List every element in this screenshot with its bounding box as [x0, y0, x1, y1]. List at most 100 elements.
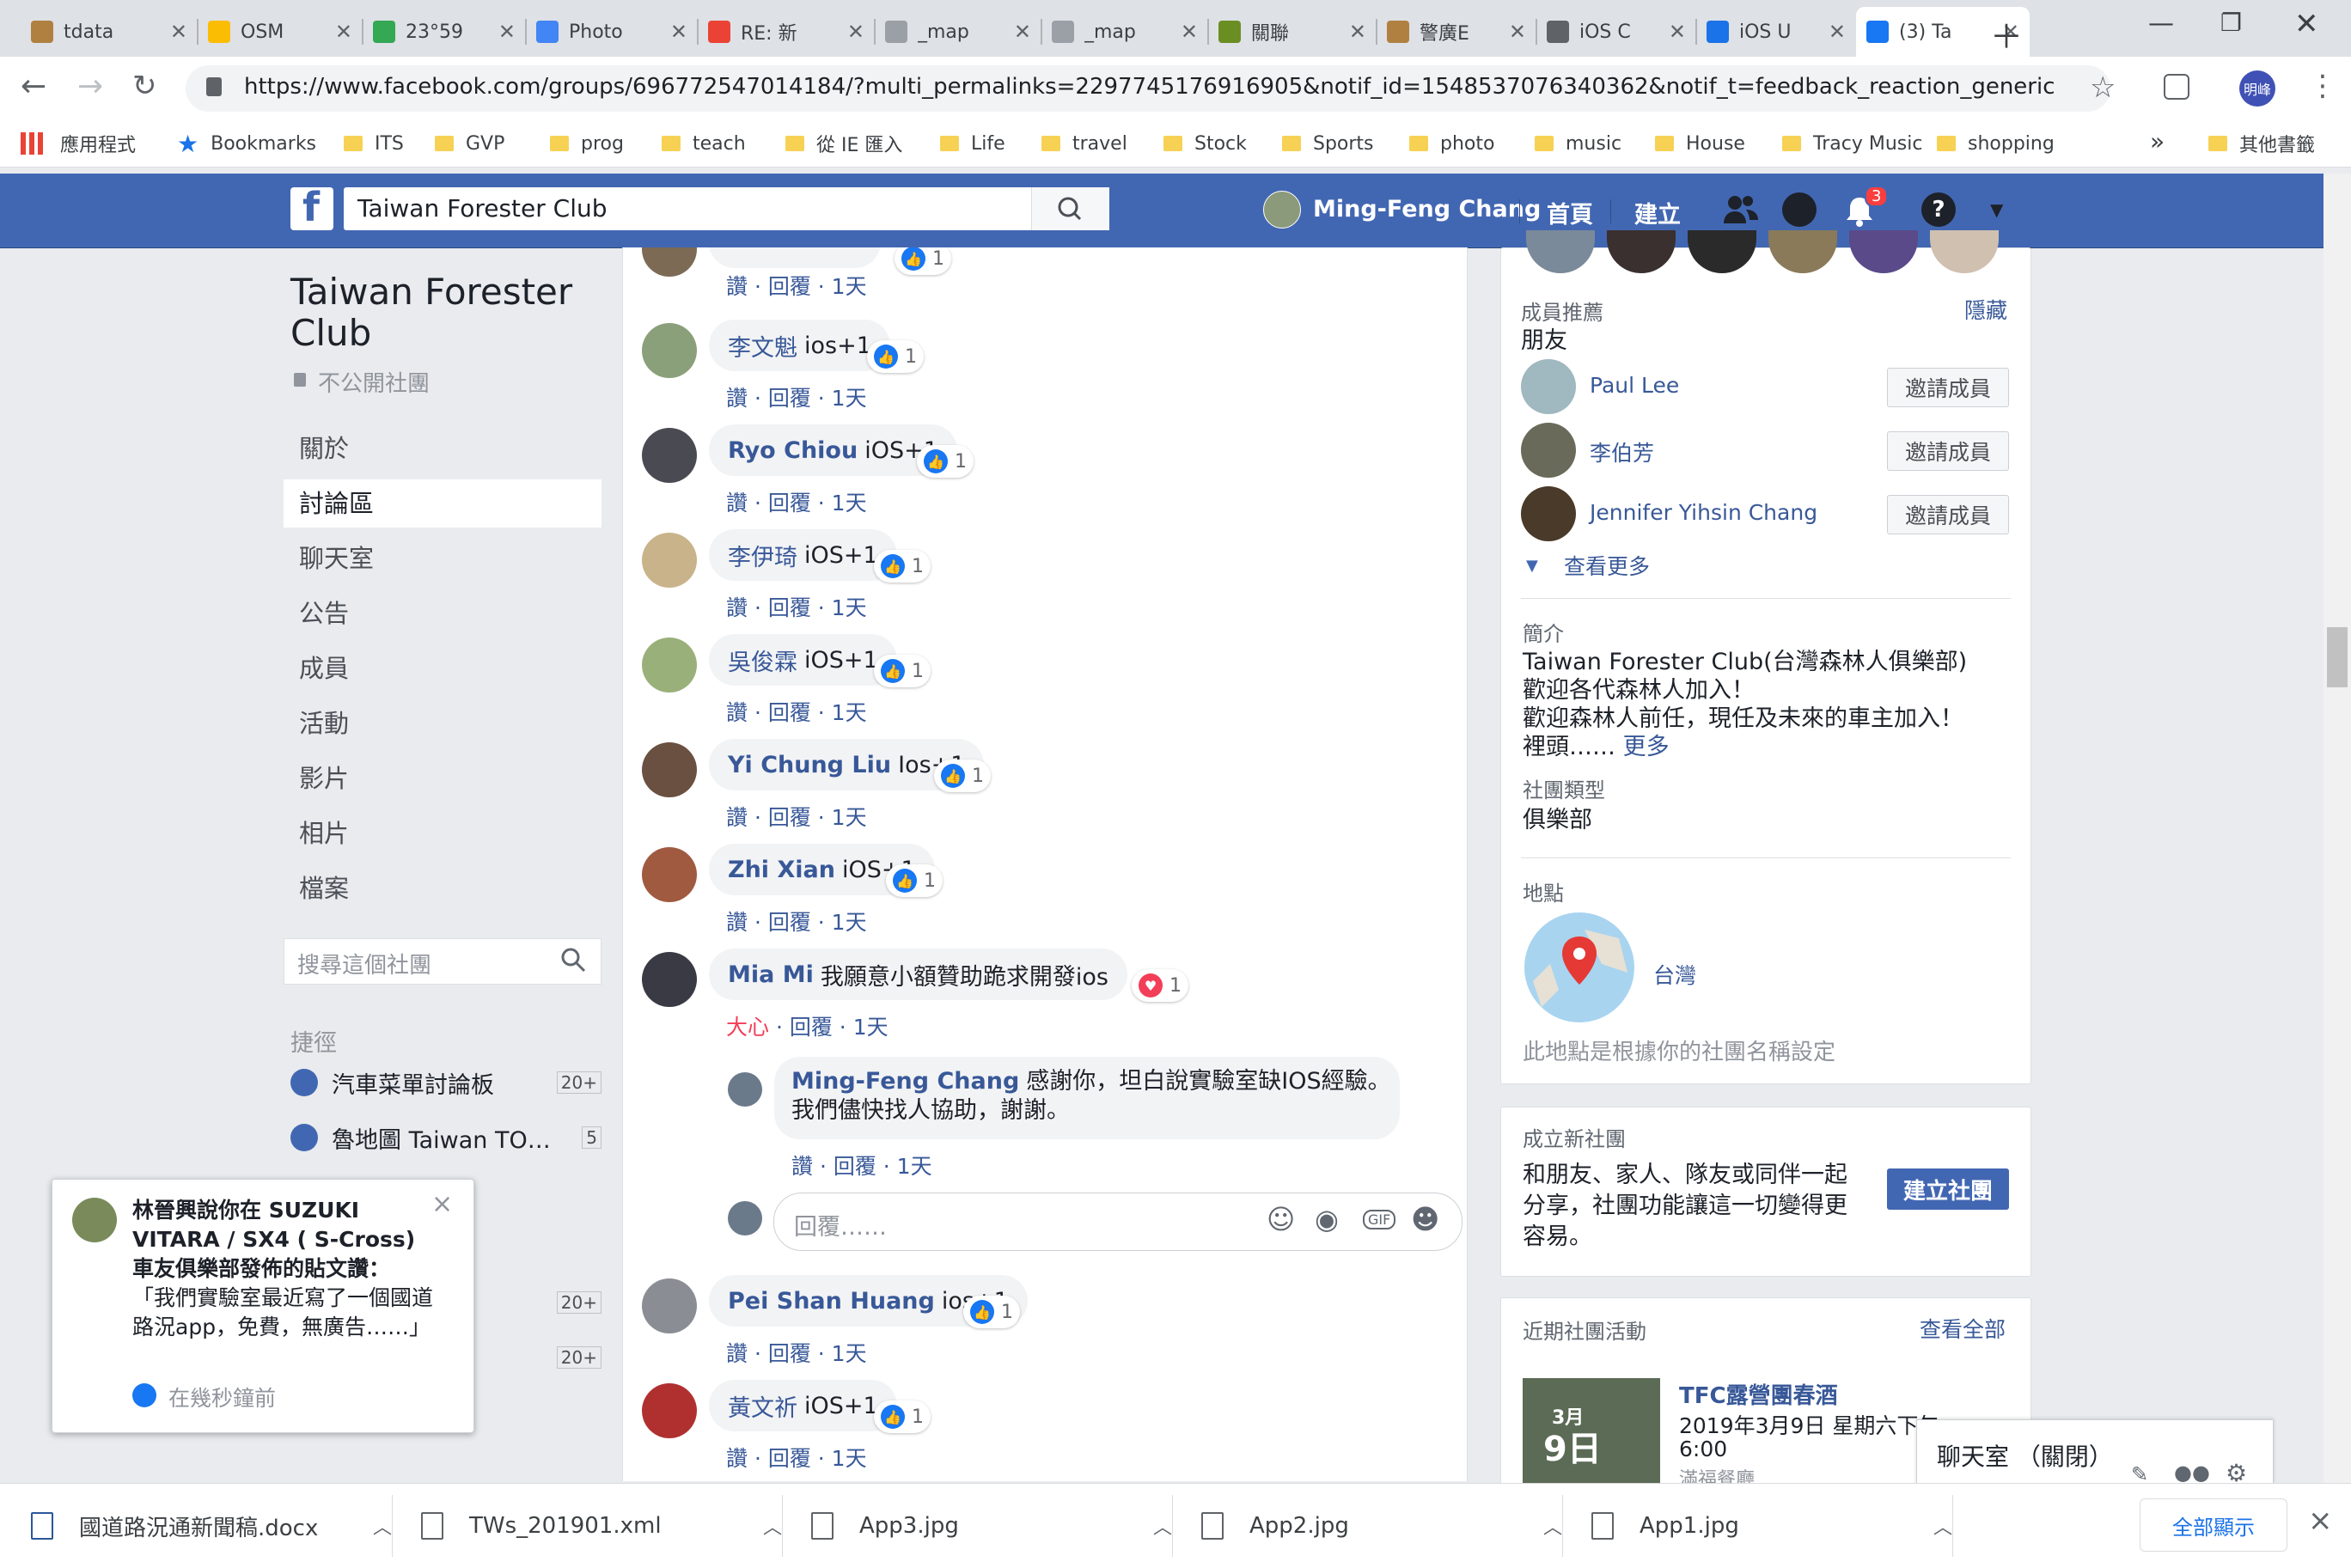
group-nav-item[interactable]: 關於	[284, 424, 601, 473]
group-chat-icon[interactable]: ●●	[2174, 1461, 2210, 1485]
restore-button[interactable]: ❐	[2220, 9, 2242, 37]
bookmark-item[interactable]: shopping	[1937, 129, 2055, 158]
tab-close-icon[interactable]: ✕	[1349, 20, 1366, 44]
bookmark-item[interactable]: music	[1535, 129, 1621, 158]
commenter-avatar[interactable]	[642, 742, 697, 797]
invite-member-button[interactable]: 邀請成員	[1887, 495, 2009, 534]
browser-tab[interactable]: RE: 新 ✕	[698, 7, 875, 57]
bookmark-item[interactable]: ITS	[344, 129, 404, 158]
chevron-up-icon[interactable]: ︿	[1543, 1512, 1562, 1540]
reaction-count[interactable]: 👍 1	[874, 1400, 931, 1433]
forward-button[interactable]: →	[77, 69, 103, 104]
comment-actions[interactable]: 讚 · 回覆 · 1天	[726, 381, 867, 412]
show-all-downloads-button[interactable]: 全部顯示	[2140, 1498, 2287, 1552]
gif-icon[interactable]: GIF	[1363, 1210, 1396, 1229]
nav-create-link[interactable]: 建立	[1634, 196, 1681, 229]
facebook-logo-icon[interactable]: f	[290, 187, 333, 230]
see-more-link[interactable]: 查看更多	[1564, 550, 1650, 581]
comment-actions[interactable]: 讚 · 回覆 · 1天	[726, 801, 867, 832]
notification-close-button[interactable]: ×	[431, 1189, 453, 1219]
bookmark-item[interactable]: House	[1655, 129, 1745, 158]
commenter-name-link[interactable]: 李文魁	[728, 329, 797, 363]
notification-text[interactable]: 林晉興說你在 SUZUKI VITARA / SX4 ( S-Cross)車友俱…	[132, 1196, 433, 1342]
download-item[interactable]: App2.jpg ︿	[1201, 1500, 1562, 1552]
commenter-name-link[interactable]: 黃文祈	[728, 1389, 797, 1423]
commenter-avatar[interactable]	[642, 1383, 697, 1438]
invite-member-button[interactable]: 邀請成員	[1887, 431, 2009, 471]
event-photo[interactable]: 3月 9日	[1523, 1378, 1660, 1483]
reaction-count[interactable]: 👍 1	[917, 445, 974, 478]
commenter-name-link[interactable]: Ryo Chiou	[728, 437, 858, 464]
commenter-avatar[interactable]	[642, 323, 697, 378]
chevron-up-icon[interactable]: ︿	[373, 1512, 392, 1540]
tab-close-icon[interactable]: ✕	[1829, 20, 1846, 44]
tab-close-icon[interactable]: ✕	[1014, 20, 1031, 44]
tab-close-icon[interactable]: ✕	[1181, 20, 1198, 44]
comment-actions[interactable]: 讚 · 回覆 · 1天	[726, 270, 867, 301]
reload-button[interactable]: ↻	[132, 69, 157, 103]
suggested-member-name-link[interactable]: Jennifer Yihsin Chang	[1590, 500, 1817, 525]
tab-close-icon[interactable]: ✕	[1509, 20, 1526, 44]
intro-more-link[interactable]: 更多	[1623, 734, 1670, 760]
browser-tab[interactable]: iOS U ✕	[1696, 7, 1856, 57]
comment-actions[interactable]: 讚 · 回覆 · 1天	[726, 591, 867, 622]
browser-tab[interactable]: OSM ✕	[198, 7, 363, 57]
nav-home-link[interactable]: 首頁	[1547, 196, 1593, 229]
hide-link[interactable]: 隱藏	[1964, 294, 2007, 325]
commenter-avatar[interactable]	[642, 533, 697, 588]
reaction-count[interactable]: 👍 1	[874, 655, 931, 687]
suggested-member-name-link[interactable]: 李伯芳	[1590, 436, 1654, 467]
browser-tab[interactable]: 警廣E ✕	[1377, 7, 1536, 57]
comment-actions[interactable]: 讚 · 回覆 · 1天	[726, 486, 867, 517]
search-icon[interactable]	[559, 945, 588, 978]
shortcut-item[interactable]: 汽車菜單討論板 20+	[290, 1064, 601, 1101]
group-title[interactable]: Taiwan Forester Club	[290, 272, 600, 354]
bookmark-item[interactable]: Tracy Music	[1782, 129, 1922, 158]
tab-close-icon[interactable]: ✕	[670, 20, 687, 44]
commenter-name-link[interactable]: 李伊琦	[728, 539, 797, 572]
location-map-icon[interactable]	[1524, 912, 1634, 1022]
reply-avatar[interactable]	[728, 1072, 762, 1107]
bookmark-item[interactable]: Stock	[1163, 129, 1247, 158]
download-item[interactable]: TWs_201901.xml ︿	[421, 1500, 782, 1552]
bookmark-item[interactable]: GVP	[435, 129, 504, 158]
browser-tab[interactable]: _map ✕	[1041, 7, 1208, 57]
minimize-button[interactable]: —	[2148, 9, 2174, 39]
bookmark-item[interactable]: Sports	[1282, 129, 1374, 158]
location-value-link[interactable]: 台灣	[1653, 959, 1696, 990]
profile-avatar[interactable]: 明峰	[2239, 70, 2275, 107]
new-tab-button[interactable]: ＋	[1990, 10, 2023, 58]
friend-requests-icon[interactable]	[1722, 194, 1760, 229]
comment-actions[interactable]: 讚 · 回覆 · 1天	[726, 1337, 867, 1368]
user-avatar[interactable]	[1263, 191, 1301, 229]
reaction-count[interactable]: 👍 1	[886, 864, 943, 897]
bookmark-star-icon[interactable]: ☆	[2090, 70, 2116, 105]
group-nav-item[interactable]: 影片	[284, 754, 601, 802]
emoji-icon[interactable]: ☺	[1267, 1203, 1295, 1235]
bookmark-item[interactable]: Life	[940, 129, 1005, 158]
reaction-count[interactable]: 👍 1	[867, 340, 924, 373]
chevron-up-icon[interactable]: ︿	[763, 1512, 782, 1540]
group-nav-item[interactable]: 成員	[284, 644, 601, 692]
browser-tab[interactable]: 關聯 ✕	[1208, 7, 1377, 57]
reply-actions[interactable]: 讚 · 回覆 · 1天	[791, 1150, 932, 1181]
reaction-count[interactable]: 👍 1	[874, 550, 931, 583]
group-nav-item[interactable]: 檔案	[284, 864, 601, 912]
browser-tab[interactable]: tdata ✕	[21, 7, 198, 57]
reaction-count[interactable]: ♥ 1	[1132, 969, 1188, 1002]
suggested-member-avatar[interactable]	[1521, 423, 1576, 478]
commenter-avatar[interactable]	[642, 847, 697, 902]
help-icon[interactable]: ?	[1921, 192, 1956, 227]
extension-icon[interactable]	[2164, 74, 2189, 100]
bookmark-item[interactable]: ★ Bookmarks	[177, 129, 316, 158]
other-bookmarks[interactable]: 其他書籤	[2208, 129, 2315, 158]
bookmark-item[interactable]: travel	[1041, 129, 1127, 158]
tab-close-icon[interactable]: ✕	[498, 20, 516, 44]
commenter-name-link[interactable]: Pei Shan Huang	[728, 1288, 935, 1315]
reaction-count[interactable]: 👍 1	[934, 760, 991, 792]
group-nav-item[interactable]: 活動	[284, 699, 601, 747]
invite-member-button[interactable]: 邀請成員	[1887, 368, 2009, 407]
comment-actions[interactable]: 讚 · 回覆 · 1天	[726, 696, 867, 727]
page-scrollbar[interactable]	[2324, 174, 2351, 1483]
chevron-down-icon[interactable]: ▼	[1526, 557, 1538, 575]
